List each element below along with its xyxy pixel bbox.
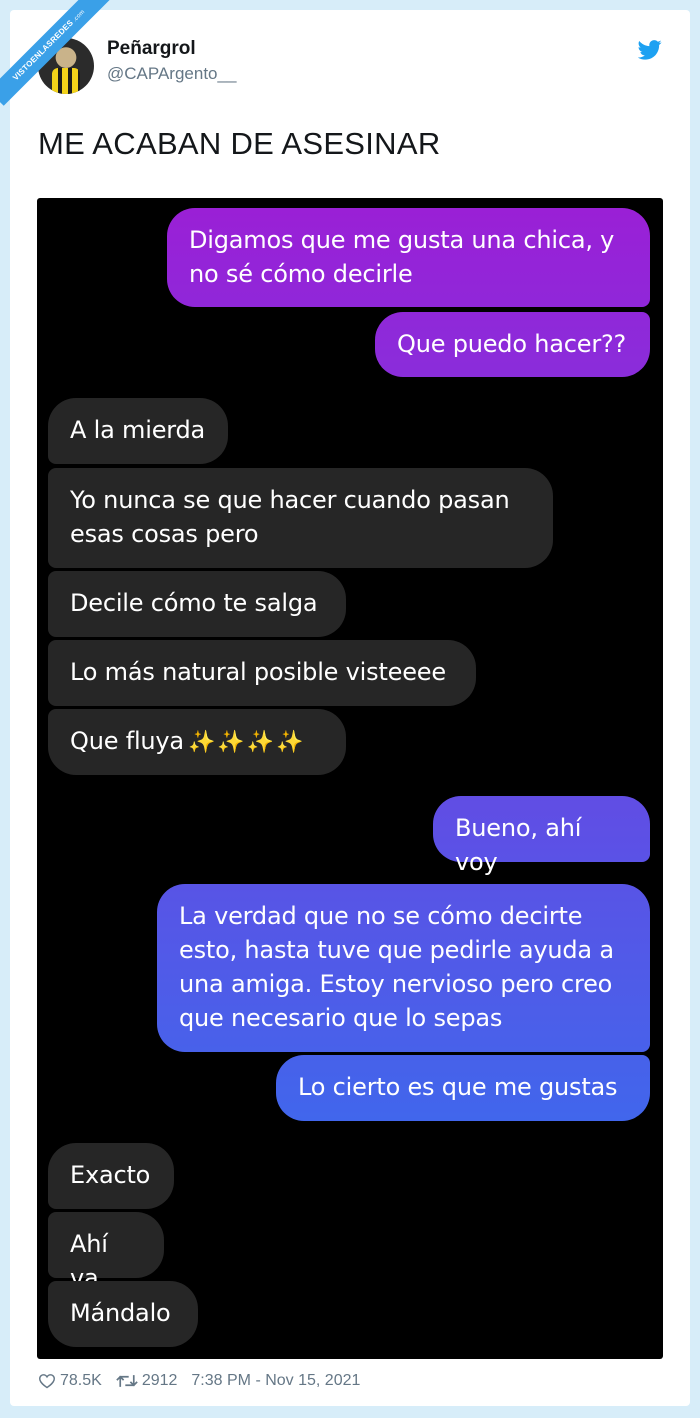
message-text: Exacto (70, 1161, 151, 1189)
message-bubble-in[interactable]: Lo más natural posible visteeee (48, 640, 476, 706)
message-bubble-out[interactable]: La verdad que no se cómo decirte esto, h… (157, 884, 650, 1052)
twitter-bird-icon[interactable] (638, 40, 662, 60)
message-text: La verdad que no se cómo decirte esto, h… (179, 902, 614, 1032)
tweet-footer: 78.5K 2912 7:38 PM - Nov 15, 2021 (38, 1372, 360, 1390)
message-text: A la mierda (70, 416, 206, 444)
message-text: Bueno, ahí voy (455, 814, 582, 876)
message-text: Digamos que me gusta una chica, y no sé … (189, 226, 615, 288)
message-text: Lo más natural posible visteeee (70, 658, 446, 686)
sparkles-emoji: ✨✨✨✨ (187, 730, 306, 755)
message-text: Yo nunca se que hacer cuando pasan esas … (70, 486, 510, 548)
watermark-suffix: .com (72, 9, 87, 24)
author-handle[interactable]: @CAPArgento__ (107, 64, 236, 84)
author-name[interactable]: Peñargrol (107, 38, 196, 60)
retweet-icon[interactable] (116, 1373, 138, 1389)
heart-icon[interactable] (38, 1373, 56, 1389)
message-bubble-in[interactable]: Exacto (48, 1143, 174, 1209)
timestamp[interactable]: 7:38 PM - Nov 15, 2021 (191, 1372, 360, 1390)
message-text: Decile cómo te salga (70, 589, 318, 617)
message-bubble-out[interactable]: Que puedo hacer?? (375, 312, 650, 377)
tweet-text: ME ACABAN DE ASESINAR (38, 126, 441, 161)
message-bubble-out[interactable]: Lo cierto es que me gustas (276, 1055, 650, 1121)
message-bubble-in[interactable]: Ahí va (48, 1212, 164, 1292)
message-bubble-out[interactable]: Bueno, ahí voy (433, 796, 650, 876)
message-bubble-in[interactable]: Yo nunca se que hacer cuando pasan esas … (48, 468, 553, 568)
message-bubble-in[interactable]: Decile cómo te salga (48, 571, 346, 637)
message-bubble-in[interactable]: A la mierda (48, 398, 228, 464)
likes-count[interactable]: 78.5K (60, 1372, 102, 1390)
retweets-count[interactable]: 2912 (142, 1372, 178, 1390)
message-bubble-in[interactable]: Que fluya ✨✨✨✨ (48, 709, 346, 775)
message-bubble-in[interactable]: Mándalo (48, 1281, 198, 1347)
message-bubble-out[interactable]: Digamos que me gusta una chica, y no sé … (167, 208, 650, 307)
message-text: Que puedo hacer?? (397, 330, 627, 358)
message-text: Mándalo (70, 1299, 171, 1327)
message-text: Que fluya (70, 727, 184, 755)
message-text: Lo cierto es que me gustas (298, 1073, 618, 1101)
chat-screenshot: Digamos que me gusta una chica, y no sé … (37, 198, 663, 1359)
